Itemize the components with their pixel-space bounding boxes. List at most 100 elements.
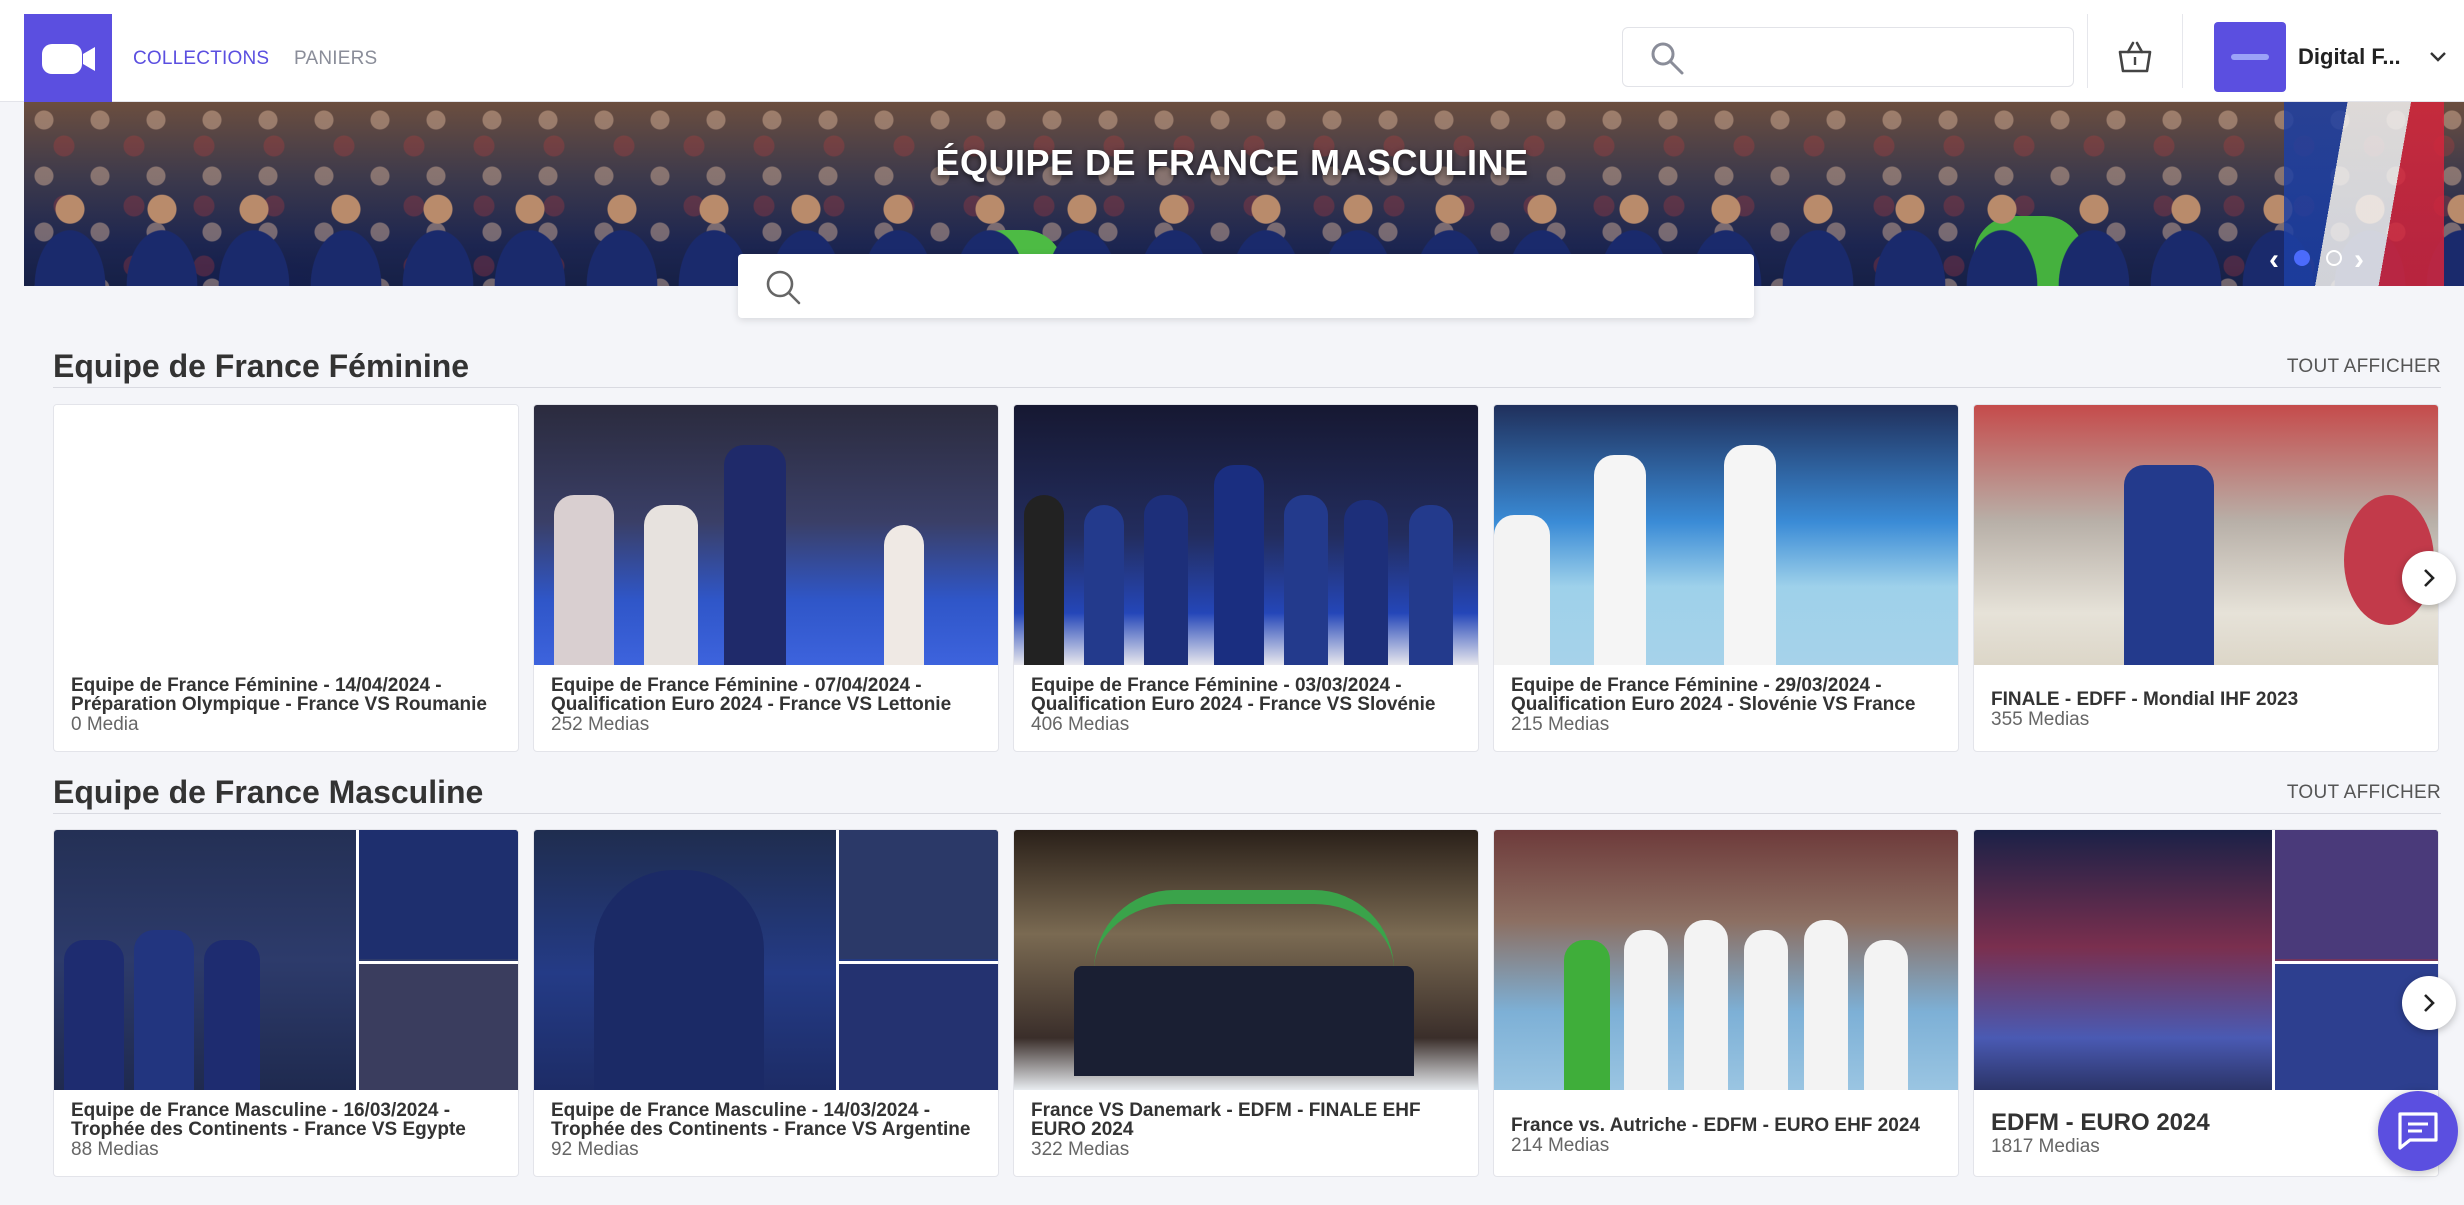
thumb-figure bbox=[594, 870, 764, 1090]
thumb-figure bbox=[1624, 930, 1668, 1090]
collection-card[interactable]: France VS Danemark - EDFM - FINALE EHF E… bbox=[1013, 829, 1479, 1177]
carousel-next-button[interactable] bbox=[2402, 976, 2456, 1030]
card-title: Equipe de France Masculine - 16/03/2024 … bbox=[71, 1100, 466, 1140]
header-search-input[interactable] bbox=[1703, 38, 2063, 78]
card-count: 1817 Medias bbox=[1991, 1136, 2100, 1157]
thumb-figure bbox=[1409, 505, 1453, 665]
card-count: 0 Media bbox=[71, 714, 139, 735]
thumb-figure bbox=[204, 940, 260, 1090]
thumb-split bbox=[836, 830, 998, 1090]
search-icon bbox=[1651, 42, 1684, 75]
card-count: 355 Medias bbox=[1991, 709, 2090, 730]
card-thumbnail bbox=[534, 830, 998, 1090]
card-meta: Equipe de France Féminine - 14/04/2024 -… bbox=[71, 676, 506, 736]
see-all-link[interactable]: TOUT AFFICHER bbox=[2287, 356, 2441, 378]
user-menu[interactable]: Digital F... bbox=[2214, 22, 2454, 92]
hero-search-input[interactable] bbox=[818, 266, 1718, 306]
collection-card[interactable]: Equipe de France Masculine - 16/03/2024 … bbox=[53, 829, 519, 1177]
header-search[interactable] bbox=[1622, 27, 2074, 87]
thumb-figure bbox=[2124, 465, 2214, 665]
card-thumbnail bbox=[54, 830, 518, 1090]
collection-card[interactable]: Equipe de France Féminine - 14/04/2024 -… bbox=[53, 404, 519, 752]
thumb-figure bbox=[1724, 445, 1776, 665]
hero-next-button[interactable]: › bbox=[2354, 243, 2364, 277]
card-meta: Equipe de France Masculine - 14/03/2024 … bbox=[551, 1101, 986, 1161]
hero-dot[interactable] bbox=[2326, 250, 2342, 266]
thumb-split bbox=[2272, 830, 2438, 1090]
collection-card[interactable]: Equipe de France Féminine - 29/03/2024 -… bbox=[1493, 404, 1959, 752]
card-thumbnail bbox=[534, 405, 998, 665]
hero-search[interactable] bbox=[738, 254, 1754, 318]
card-meta: France vs. Autriche - EDFM - EURO EHF 20… bbox=[1511, 1116, 1946, 1157]
card-meta: Equipe de France Masculine - 16/03/2024 … bbox=[71, 1101, 506, 1161]
thumb-figure bbox=[1564, 940, 1610, 1090]
collection-card[interactable]: France vs. Autriche - EDFM - EURO EHF 20… bbox=[1493, 829, 1959, 1177]
chevron-right-icon bbox=[2424, 994, 2435, 1012]
basket-icon bbox=[2118, 41, 2152, 73]
card-meta: Equipe de France Féminine - 29/03/2024 -… bbox=[1511, 676, 1946, 736]
chat-button[interactable] bbox=[2378, 1091, 2458, 1171]
card-thumbnail bbox=[1494, 405, 1958, 665]
thumb-split-part bbox=[2275, 830, 2438, 959]
nav-collections[interactable]: COLLECTIONS bbox=[133, 48, 269, 70]
collection-card[interactable]: Equipe de France Féminine - 07/04/2024 -… bbox=[533, 404, 999, 752]
thumb-figure bbox=[1864, 940, 1908, 1090]
search-icon bbox=[766, 270, 801, 305]
thumb-figure bbox=[1024, 495, 1064, 665]
thumb-figure bbox=[1074, 966, 1414, 1076]
avatar bbox=[2214, 22, 2286, 92]
thumb-split-part bbox=[839, 961, 998, 1090]
card-count: 214 Medias bbox=[1511, 1135, 1610, 1156]
hero-dot-active[interactable] bbox=[2294, 250, 2310, 266]
card-meta: EDFM - EURO 2024 1817 Medias bbox=[1991, 1110, 2426, 1158]
thumb-figure bbox=[554, 495, 614, 665]
section-header: Equipe de France Féminine TOUT AFFICHER bbox=[53, 348, 2441, 388]
card-meta: Equipe de France Féminine - 07/04/2024 -… bbox=[551, 676, 986, 736]
card-title: France vs. Autriche - EDFM - EURO EHF 20… bbox=[1511, 1115, 1920, 1136]
card-thumbnail bbox=[1014, 830, 1478, 1090]
collection-card[interactable]: Equipe de France Masculine - 14/03/2024 … bbox=[533, 829, 999, 1177]
hero-prev-button[interactable]: ‹ bbox=[2269, 243, 2279, 277]
card-title: Equipe de France Féminine - 07/04/2024 -… bbox=[551, 675, 952, 715]
nav-paniers[interactable]: PANIERS bbox=[294, 48, 377, 70]
user-name: Digital F... bbox=[2298, 44, 2401, 69]
app-logo[interactable] bbox=[24, 14, 112, 102]
thumb-figure bbox=[884, 525, 924, 665]
card-count: 406 Medias bbox=[1031, 714, 1130, 735]
card-count: 92 Medias bbox=[551, 1139, 639, 1160]
thumb-split-part bbox=[359, 830, 518, 959]
thumb-figure bbox=[1684, 920, 1728, 1090]
thumb-figure bbox=[724, 445, 786, 665]
card-count: 88 Medias bbox=[71, 1139, 159, 1160]
thumb-figure bbox=[1084, 505, 1124, 665]
thumb-figure bbox=[1094, 890, 1394, 970]
chevron-down-icon bbox=[2430, 52, 2446, 62]
thumb-split-part bbox=[359, 961, 518, 1090]
thumb-figure bbox=[644, 505, 698, 665]
thumb-split bbox=[356, 830, 518, 1090]
thumb-figure bbox=[1594, 455, 1646, 665]
carousel-next-button[interactable] bbox=[2402, 551, 2456, 605]
collection-card[interactable]: FINALE - EDFF - Mondial IHF 2023 355 Med… bbox=[1973, 404, 2439, 752]
card-title: Equipe de France Féminine - 29/03/2024 -… bbox=[1511, 675, 1916, 715]
card-count: 252 Medias bbox=[551, 714, 650, 735]
chat-icon bbox=[2398, 1112, 2438, 1150]
video-camera-icon bbox=[42, 44, 95, 74]
card-thumbnail bbox=[1974, 830, 2438, 1090]
chevron-right-icon bbox=[2424, 569, 2435, 587]
section-title: Equipe de France Féminine bbox=[53, 348, 470, 384]
card-thumbnail bbox=[1494, 830, 1958, 1090]
card-count: 322 Medias bbox=[1031, 1139, 1130, 1160]
thumb-figure bbox=[1214, 465, 1264, 665]
collection-card[interactable]: Equipe de France Féminine - 03/03/2024 -… bbox=[1013, 404, 1479, 752]
card-thumbnail bbox=[1974, 405, 2438, 665]
collection-card[interactable]: EDFM - EURO 2024 1817 Medias bbox=[1973, 829, 2439, 1177]
thumb-figure bbox=[1144, 495, 1188, 665]
thumb-split-part bbox=[839, 830, 998, 959]
see-all-link[interactable]: TOUT AFFICHER bbox=[2287, 782, 2441, 804]
cart-button[interactable] bbox=[2110, 36, 2160, 78]
thumb-figure bbox=[134, 930, 194, 1090]
divider bbox=[2182, 14, 2183, 88]
card-title: Equipe de France Féminine - 14/04/2024 -… bbox=[71, 675, 487, 715]
card-count: 215 Medias bbox=[1511, 714, 1610, 735]
